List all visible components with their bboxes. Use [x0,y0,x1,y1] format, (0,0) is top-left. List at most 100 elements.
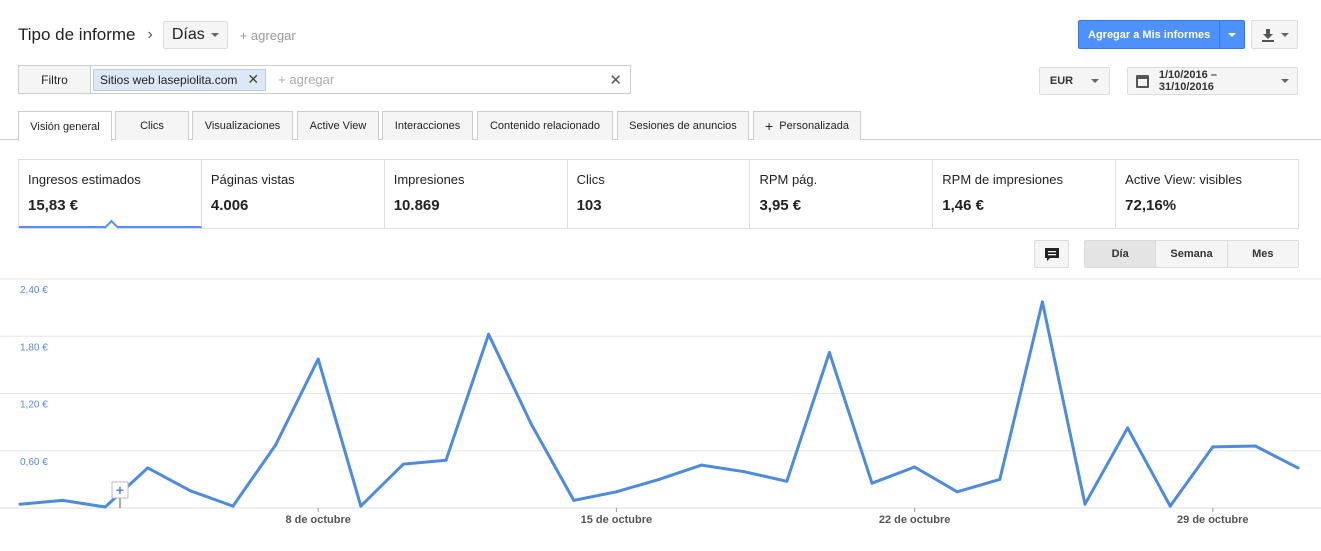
metric-label: RPM pág. [759,172,818,187]
data-point[interactable] [785,479,789,483]
metric-value: 103 [576,197,602,214]
metric-card-paginas-vistas[interactable]: Páginas vistas 4.006 [202,160,385,228]
filter-input[interactable]: + agregar [278,72,609,87]
data-point[interactable] [103,505,107,509]
metric-label: Clics [576,172,605,187]
add-to-reports-label[interactable]: Agregar a Mis informes [1079,21,1221,48]
chevron-right-icon: › [147,26,153,43]
metric-card-rpm-impresiones[interactable]: RPM de impresiones 1,46 € [933,160,1117,228]
data-point[interactable] [955,490,959,494]
metric-value: 15,83 € [28,197,79,214]
close-icon[interactable]: ✕ [247,71,259,88]
metric-card-rpm-pag[interactable]: RPM pág. 3,95 € [750,160,934,228]
data-point[interactable] [870,481,874,485]
data-point[interactable] [1126,426,1130,430]
data-point[interactable] [529,422,533,426]
add-dimension-link[interactable]: + agregar [240,28,296,43]
data-point[interactable] [316,357,320,361]
chevron-down-icon [1091,79,1100,83]
granularity-month-button[interactable]: Mes [1227,241,1298,267]
metric-label: Páginas vistas [210,172,295,187]
data-point[interactable] [700,463,704,467]
date-range-picker[interactable]: 1/10/2016 – 31/10/2016 [1127,67,1298,95]
data-point[interactable] [1296,466,1300,470]
data-point[interactable] [18,502,22,506]
x-tick-label: 29 de octubre [1177,514,1249,526]
tab-vision-general[interactable]: Visión general [18,111,112,141]
plus-icon: + [765,118,774,134]
metric-card-clics[interactable]: Clics 103 [568,160,751,228]
filter-bar: Filtro Sitios web lasepiolita.com ✕ + ag… [18,65,631,94]
metric-value: 4.006 [210,197,249,214]
filter-chip-value: lasepiolita.com [158,72,238,87]
data-point[interactable] [913,465,917,469]
comment-icon [1044,247,1059,261]
data-point[interactable] [274,443,278,447]
y-tick-label: 1,20 € [20,400,48,411]
report-type-title: Tipo de informe [18,25,136,44]
metric-card-impresiones[interactable]: Impresiones 10.869 [385,160,568,228]
data-point[interactable] [444,458,448,462]
tab-clics[interactable]: Clics [115,111,189,140]
data-point[interactable] [1083,502,1087,506]
data-point[interactable] [614,490,618,494]
tab-sesiones-de-anuncios[interactable]: Sesiones de anuncios [617,111,749,140]
currency-dropdown[interactable]: EUR [1039,67,1110,95]
metric-label: Active View: visibles [1125,172,1242,187]
data-point[interactable] [572,498,576,502]
granularity-toggle: Día Semana Mes [1084,240,1299,268]
annotation-button[interactable] [1034,240,1069,268]
data-point[interactable] [998,477,1002,481]
data-point[interactable] [1168,504,1172,508]
add-to-reports-button[interactable]: Agregar a Mis informes [1078,20,1246,49]
clear-filter-icon[interactable]: ✕ [609,71,622,89]
dimension-label: Días [171,26,205,43]
x-tick-label: 15 de octubre [581,514,653,526]
data-point[interactable] [359,504,363,508]
revenue-line-chart: 2,40 € 1,80 € 1,20 € 0,60 € 8 de octubre 15 … [0,278,1321,526]
metric-card-ingresos[interactable]: Ingresos estimados 15,83 € [19,160,202,228]
metric-label: Impresiones [393,172,465,187]
granularity-day-button[interactable]: Día [1085,241,1157,267]
download-button[interactable] [1251,20,1298,49]
data-point[interactable] [827,350,831,354]
report-tabs: Visión general Clics Visualizaciones Act… [0,111,1321,141]
metric-value: 1,46 € [942,197,985,214]
date-range-label: 1/10/2016 – 31/10/2016 [1158,69,1217,93]
series-line [19,300,1299,509]
y-tick-label: 2,40 € [20,285,48,296]
add-annotation-marker[interactable]: + [111,481,129,508]
data-point[interactable] [401,462,405,466]
tab-contenido-relacionado[interactable]: Contenido relacionado [477,111,613,140]
data-point[interactable] [231,504,235,508]
filter-button[interactable]: Filtro [19,66,91,93]
add-to-reports-menu-button[interactable] [1220,21,1244,48]
metric-cards: Ingresos estimados 15,83 € Páginas vistas… [18,159,1299,229]
tab-personalizada-label: Personalizada [779,120,849,132]
metric-value: 3,95 € [759,197,802,214]
data-point[interactable] [487,332,491,336]
data-point[interactable] [657,477,661,481]
chevron-down-icon [210,33,219,37]
tab-interacciones[interactable]: Interacciones [382,111,473,140]
y-tick-label: 1,80 € [20,342,48,353]
data-point[interactable] [1211,445,1215,449]
data-point[interactable] [742,470,746,474]
chevron-down-icon [1280,32,1289,37]
data-point[interactable] [146,466,150,470]
report-type-bar: Tipo de informe › Días + agregar [18,20,296,50]
filter-chip[interactable]: Sitios web lasepiolita.com ✕ [93,68,267,91]
granularity-week-button[interactable]: Semana [1156,241,1228,267]
tab-visualizaciones[interactable]: Visualizaciones [192,111,293,140]
x-tick-label: 8 de octubre [285,514,350,526]
tab-personalizada[interactable]: + Personalizada [753,111,861,140]
tab-active-view[interactable]: Active View [297,111,379,140]
data-point[interactable] [1253,444,1257,448]
metric-value: 10.869 [393,197,440,214]
y-tick-label: 0,60 € [20,457,48,468]
data-point[interactable] [188,489,192,493]
dimension-dropdown[interactable]: Días [162,21,228,49]
data-point[interactable] [1040,300,1044,304]
data-point[interactable] [61,498,65,502]
metric-card-active-view[interactable]: Active View: visibles 72,16% [1116,160,1298,228]
